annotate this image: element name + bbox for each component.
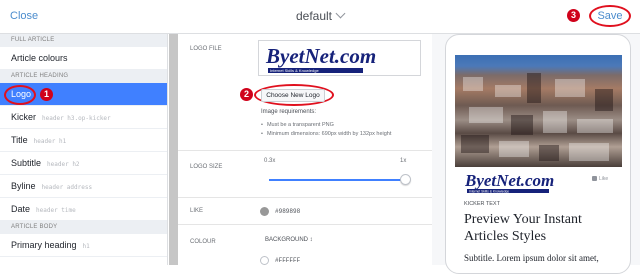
background-label[interactable]: BACKGROUND ↕ bbox=[265, 237, 313, 243]
sidebar-item-label: Article colours bbox=[11, 53, 68, 63]
css-selector: header time bbox=[36, 207, 76, 214]
settings-panel: LOGO FILE ByetNet.com Internet Skills & … bbox=[178, 34, 432, 265]
top-bar: Close default 3 Save bbox=[0, 0, 640, 34]
background-color-swatch[interactable] bbox=[260, 256, 269, 265]
sidebar-item-kicker[interactable]: Kicker header h3.op-kicker bbox=[0, 106, 167, 129]
slider-max-label: 1x bbox=[400, 158, 407, 164]
sidebar-item-date[interactable]: Date header time bbox=[0, 198, 167, 221]
sidebar-item-article-colours[interactable]: Article colours bbox=[0, 47, 167, 70]
annotation-circle bbox=[4, 85, 36, 105]
like-color-swatch[interactable] bbox=[260, 207, 269, 216]
css-selector: header address bbox=[41, 184, 93, 191]
sidebar-item-byline[interactable]: Byline header address bbox=[0, 175, 167, 198]
slider-min-label: 0.3x bbox=[264, 158, 276, 164]
css-selector: header h1 bbox=[33, 138, 67, 145]
requirement-item: Must be a transparent PNG bbox=[261, 122, 334, 128]
annotation-badge-1: 1 bbox=[40, 88, 53, 101]
requirements-heading: Image requirements: bbox=[261, 109, 317, 115]
sidebar-item-logo[interactable]: Logo 1 bbox=[0, 83, 167, 106]
preview-brand-text: ByetNet.com bbox=[465, 171, 554, 190]
logo-file-label: LOGO FILE bbox=[190, 46, 222, 52]
scrollbar-gutter[interactable] bbox=[169, 34, 178, 265]
background-color-value[interactable]: #FFFFFF bbox=[275, 257, 300, 264]
like-row: LIKE #989898 bbox=[178, 198, 432, 225]
css-selector: h1 bbox=[82, 243, 90, 250]
chevron-down-icon bbox=[335, 8, 346, 19]
section-heading-article-body: ARTICLE BODY bbox=[0, 221, 167, 234]
section-heading-full-article: FULL ARTICLE bbox=[0, 34, 167, 47]
hero-image bbox=[455, 55, 622, 167]
css-selector: header h2 bbox=[47, 161, 80, 168]
logo-tagline: Internet Skills & Knowledge bbox=[270, 68, 319, 73]
sidebar-item-subtitle[interactable]: Subtitle header h2 bbox=[0, 152, 167, 175]
thumbs-up-icon bbox=[592, 176, 597, 181]
annotation-badge-3: 3 bbox=[567, 9, 580, 22]
choose-new-logo-button[interactable]: Choose New Logo bbox=[261, 89, 325, 102]
annotation-badge-2: 2 bbox=[240, 88, 253, 101]
logo-file-row: LOGO FILE ByetNet.com Internet Skills & … bbox=[178, 34, 432, 151]
section-heading-article-heading: ARTICLE HEADING bbox=[0, 70, 167, 83]
logo-size-slider-handle[interactable] bbox=[400, 174, 411, 185]
style-title: default bbox=[295, 9, 333, 23]
preview-kicker: KICKER TEXT bbox=[464, 201, 500, 207]
sidebar-item-primary-heading[interactable]: Primary heading h1 bbox=[0, 234, 167, 257]
byetnet-logo: ByetNet.com Internet Skills & Knowledge bbox=[265, 44, 376, 73]
requirement-item: Minimum dimensions: 690px width by 132px… bbox=[261, 131, 391, 137]
colour-label: COLOUR bbox=[190, 239, 216, 245]
preview-subtitle: Subtitle. Lorem ipsum dolor sit amet, bbox=[464, 253, 599, 263]
style-sidebar: FULL ARTICLE Article colours ARTICLE HEA… bbox=[0, 34, 168, 265]
save-button[interactable]: Save bbox=[589, 5, 631, 27]
logo-text: ByetNet.com bbox=[265, 44, 376, 68]
sidebar-item-label: Date bbox=[11, 204, 31, 214]
preview-brand-tagline: Internet Skills & Knowledge bbox=[469, 189, 509, 193]
preview-logo: ByetNet.com Internet Skills & Knowledge bbox=[464, 169, 565, 200]
logo-size-row: LOGO SIZE bbox=[178, 151, 432, 198]
byetnet-logo: ByetNet.com Internet Skills & Knowledge bbox=[464, 171, 554, 193]
sidebar-item-label: Kicker bbox=[11, 112, 37, 122]
preview-headline: Preview Your Instant Articles Styles bbox=[464, 212, 582, 244]
colour-row: COLOUR BACKGROUND ↕ #FFFFFF bbox=[178, 225, 432, 265]
css-selector: header h3.op-kicker bbox=[42, 115, 111, 122]
preview-like: Like bbox=[592, 176, 608, 182]
sidebar-item-label: Primary heading bbox=[11, 240, 77, 250]
logo-size-slider-track[interactable] bbox=[269, 179, 406, 181]
like-color-value[interactable]: #989898 bbox=[275, 208, 300, 215]
like-label: LIKE bbox=[190, 208, 204, 214]
sidebar-item-title[interactable]: Title header h1 bbox=[0, 129, 167, 152]
style-title-dropdown[interactable]: default bbox=[0, 8, 640, 23]
logo-thumbnail: ByetNet.com Internet Skills & Knowledge bbox=[258, 40, 421, 76]
logo-size-label: LOGO SIZE bbox=[190, 164, 223, 170]
phone-preview: ByetNet.com Internet Skills & Knowledge … bbox=[445, 34, 631, 274]
sidebar-item-label: Subtitle bbox=[11, 158, 42, 168]
preview-like-label: Like bbox=[599, 176, 609, 182]
sidebar-item-label: Byline bbox=[11, 181, 36, 191]
sidebar-item-label: Title bbox=[11, 135, 28, 145]
